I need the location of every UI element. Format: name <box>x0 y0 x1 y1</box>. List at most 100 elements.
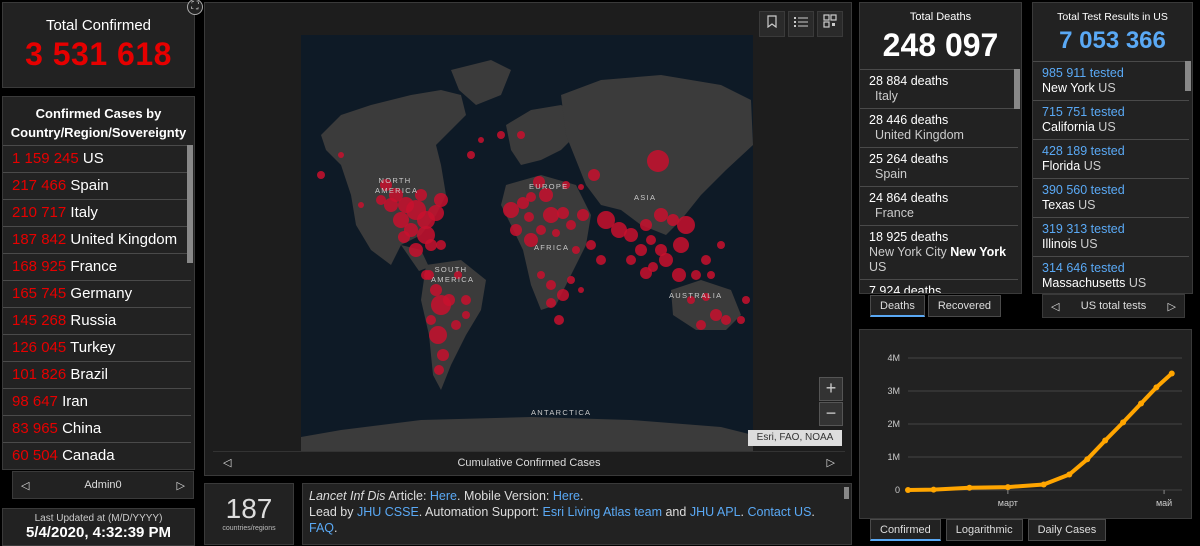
country-list-scrollbar[interactable] <box>187 145 193 263</box>
case-bubble <box>524 212 534 222</box>
case-bubble <box>567 276 575 284</box>
deaths-row[interactable]: 24 864 deaths France <box>860 186 1018 225</box>
tests-next-arrow-icon[interactable]: ▷ <box>1168 300 1176 313</box>
deaths-row[interactable]: 28 884 deaths Italy <box>860 69 1018 108</box>
countries-count-label: countries/regions <box>222 525 276 532</box>
country-row[interactable]: 83 965 China <box>3 415 191 442</box>
chart-point <box>966 484 973 491</box>
map-prev-arrow-icon[interactable]: ◁ <box>223 456 231 469</box>
chart-point <box>1153 384 1160 391</box>
tests-state: Illinois <box>1042 237 1077 251</box>
qr-code-icon[interactable] <box>817 11 843 37</box>
tests-count: 319 313 tested <box>1042 222 1125 236</box>
deaths-count: 28 884 deaths <box>869 74 949 88</box>
tests-country: US <box>1094 81 1116 95</box>
journal-name: Lancet Inf Dis <box>309 489 386 503</box>
map-next-arrow-icon[interactable]: ▷ <box>827 456 835 469</box>
esri-link[interactable]: Esri Living Atlas team <box>543 505 663 519</box>
tests-prev-arrow-icon[interactable]: ◁ <box>1051 300 1059 313</box>
next-arrow-icon[interactable]: ▷ <box>177 479 185 492</box>
case-bubble <box>654 208 668 222</box>
country-name: France <box>70 258 118 275</box>
tab-logarithmic[interactable]: Logarithmic <box>945 519 1023 541</box>
tests-count: 390 560 tested <box>1042 183 1125 197</box>
faq-sep: . <box>811 505 815 519</box>
faq-link[interactable]: FAQ <box>309 521 334 535</box>
label-australia: AUSTRALIA <box>669 291 723 300</box>
country-row[interactable]: 187 842 United Kingdom <box>3 226 191 253</box>
country-row[interactable]: 126 045 Turkey <box>3 334 191 361</box>
world-map[interactable]: NORTH AMERICA EUROPE ASIA AFRICA SOUTH A… <box>301 35 753 451</box>
country-row[interactable]: 210 717 Italy <box>3 199 191 226</box>
chart-point <box>1120 419 1127 426</box>
country-row[interactable]: 98 647 Iran <box>3 388 191 415</box>
label-south-america: SOUTH AMERICA <box>431 265 475 284</box>
total-confirmed-label: Total Confirmed <box>45 17 152 34</box>
tests-row[interactable]: 985 911 tested New York US <box>1033 61 1189 100</box>
country-row[interactable]: 165 745 Germany <box>3 280 191 307</box>
zoom-in-button[interactable]: + <box>819 377 843 401</box>
case-bubble <box>646 235 656 245</box>
jhu-apl-link[interactable]: JHU APL <box>690 505 741 519</box>
total-confirmed-value: 3 531 618 <box>25 36 172 72</box>
tests-row[interactable]: 390 560 tested Texas US <box>1033 178 1189 217</box>
case-bubble <box>721 315 731 325</box>
case-bubble <box>478 137 484 143</box>
zoom-out-button[interactable]: − <box>819 402 843 426</box>
tab-confirmed[interactable]: Confirmed <box>870 519 941 541</box>
country-row[interactable]: 1 159 245 US <box>3 145 191 172</box>
map-attribution: Esri, FAO, NOAA <box>748 430 842 446</box>
fullscreen-toggle-icon[interactable]: ⛶ <box>187 0 203 15</box>
map-footer: ◁ Cumulative Confirmed Cases ▷ <box>213 451 845 473</box>
tests-country: US <box>1094 120 1116 134</box>
case-bubble <box>543 207 559 223</box>
tests-row[interactable]: 319 313 tested Illinois US <box>1033 217 1189 256</box>
tests-state: New York <box>1042 81 1095 95</box>
info-scrollbar[interactable] <box>844 487 849 499</box>
mobile-link[interactable]: Here <box>553 489 580 503</box>
deaths-place-city: New York City <box>869 245 951 259</box>
deaths-row[interactable]: 7 924 deathsBelgium <box>860 279 1018 293</box>
country-row[interactable]: 168 925 France <box>3 253 191 280</box>
country-row[interactable]: 217 466 Spain <box>3 172 191 199</box>
tab-recovered[interactable]: Recovered <box>927 295 1002 317</box>
faq-end: . <box>334 521 338 535</box>
country-count: 145 268 <box>12 312 67 329</box>
antarctica-land <box>301 417 753 451</box>
tab-deaths[interactable]: Deaths <box>870 295 925 317</box>
tests-country: US <box>1125 276 1147 290</box>
jhu-csse-link[interactable]: JHU CSSE <box>357 505 419 519</box>
country-row[interactable]: 145 268 Russia <box>3 307 191 334</box>
case-bubble <box>566 220 576 230</box>
country-name: Germany <box>70 285 133 302</box>
land-masses <box>301 60 753 451</box>
tests-row[interactable]: 428 189 tested Florida US <box>1033 139 1189 178</box>
deaths-row[interactable]: 18 925 deaths New York City New York US <box>860 225 1018 279</box>
tests-row[interactable]: 715 751 tested California US <box>1033 100 1189 139</box>
deaths-row[interactable]: 28 446 deaths United Kingdom <box>860 108 1018 147</box>
tests-list-scrollbar[interactable] <box>1185 61 1191 91</box>
country-row[interactable]: 60 504 Canada <box>3 442 191 469</box>
country-row[interactable]: 101 826 Brazil <box>3 361 191 388</box>
deaths-list-scrollbar[interactable] <box>1014 69 1020 109</box>
list-icon[interactable] <box>788 11 814 37</box>
deaths-row[interactable]: 25 264 deaths Spain <box>860 147 1018 186</box>
case-bubble <box>659 253 673 267</box>
country-count: 83 965 <box>12 420 58 437</box>
total-deaths-label: Total Deaths <box>909 11 972 23</box>
tab-daily-cases[interactable]: Daily Cases <box>1027 519 1107 541</box>
contact-link[interactable]: Contact US <box>747 505 811 519</box>
chart-point <box>1138 400 1145 407</box>
label-europe: EUROPE <box>529 182 569 191</box>
bookmark-icon[interactable] <box>759 11 785 37</box>
tests-row[interactable]: 314 646 tested Massachusetts US <box>1033 256 1189 293</box>
article-link[interactable]: Here <box>430 489 457 503</box>
case-bubble <box>557 207 569 219</box>
country-name: Russia <box>70 312 117 329</box>
case-bubble <box>434 193 448 207</box>
tests-country: US <box>1080 159 1102 173</box>
tests-state-line: California US <box>1042 120 1181 135</box>
country-count: 60 504 <box>12 447 58 464</box>
deaths-place-state: New York <box>950 245 1007 259</box>
prev-arrow-icon[interactable]: ◁ <box>21 479 29 492</box>
